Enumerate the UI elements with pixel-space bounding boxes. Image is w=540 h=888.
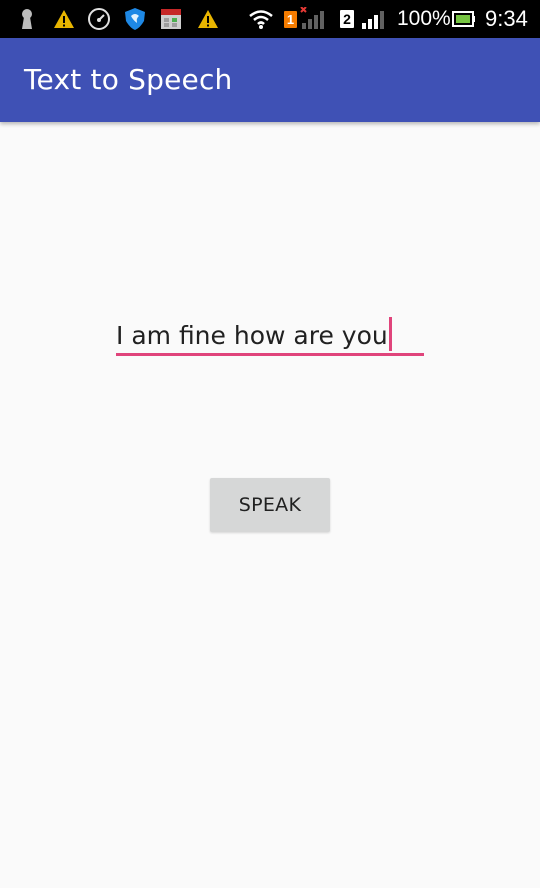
shield-icon xyxy=(123,7,147,31)
app-title: Text to Speech xyxy=(24,63,233,96)
speedometer-icon xyxy=(87,7,111,31)
speech-text-input[interactable]: I am fine how are you xyxy=(116,312,424,356)
sim1-badge: 1 xyxy=(284,10,297,28)
sim2-signal-icon: 2 xyxy=(340,7,392,31)
speak-button[interactable]: SPEAK xyxy=(210,478,330,532)
warning-icon xyxy=(196,7,220,31)
keyhole-icon xyxy=(18,7,36,31)
battery-icon xyxy=(451,7,477,31)
status-bar: 1 2 100% 9:34 xyxy=(0,0,540,38)
wifi-icon xyxy=(248,7,274,31)
input-underline xyxy=(116,353,424,356)
calendar-icon xyxy=(159,7,183,31)
warning-icon xyxy=(52,7,76,31)
clock: 9:34 xyxy=(485,6,528,31)
sim2-badge: 2 xyxy=(340,10,354,28)
speech-text-value[interactable]: I am fine how are you xyxy=(116,317,392,352)
text-cursor xyxy=(388,317,392,351)
sim1-signal-icon: 1 xyxy=(284,7,330,31)
app-bar: Text to Speech xyxy=(0,38,540,122)
battery-percent: 100% xyxy=(397,7,451,30)
input-value-text: I am fine how are you xyxy=(116,321,388,350)
